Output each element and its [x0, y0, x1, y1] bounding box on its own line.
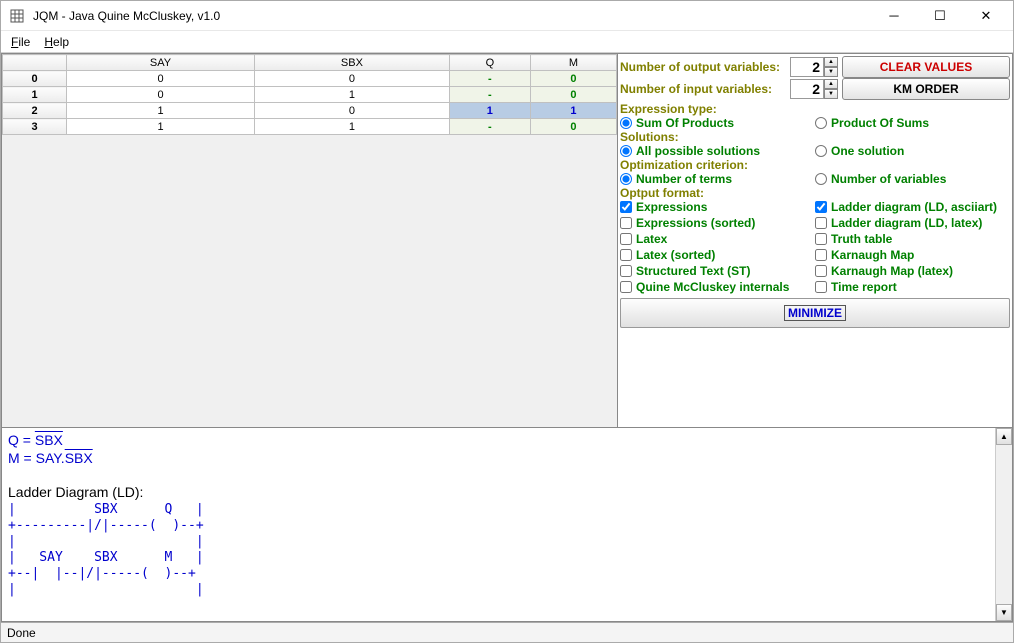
output-scrollbar[interactable]: ▲ ▼: [995, 428, 1012, 621]
table-row: 3 1 1 - 0: [3, 119, 617, 135]
titlebar: JQM - Java Quine McCluskey, v1.0 ─ ☐ ✕: [1, 1, 1013, 31]
output-text-area[interactable]: Q = SBX M = SAY.SBX Ladder Diagram (LD):…: [2, 428, 995, 621]
menubar: File Help: [1, 31, 1013, 53]
truth-table[interactable]: SAY SBX Q M 0 0 0 - 0 1 0 1 - 0: [2, 54, 617, 135]
window-title: JQM - Java Quine McCluskey, v1.0: [33, 9, 871, 23]
in-vars-spinner[interactable]: ▲▼: [790, 79, 838, 99]
menu-help[interactable]: Help: [38, 32, 75, 52]
spinner-down-icon[interactable]: ▼: [824, 67, 838, 77]
col-header-q[interactable]: Q: [449, 55, 530, 71]
spinner-up-icon[interactable]: ▲: [824, 79, 838, 89]
radio-num-vars[interactable]: Number of variables: [815, 172, 1010, 186]
chk-qm-internals[interactable]: Quine McCluskey internals: [620, 280, 815, 294]
out-vars-input[interactable]: [790, 57, 824, 77]
solutions-label: Solutions:: [620, 130, 1010, 144]
output-format-label: Optput format:: [620, 186, 1010, 200]
out-vars-label: Number of output variables:: [620, 60, 786, 74]
radio-sop[interactable]: Sum Of Products: [620, 116, 815, 130]
control-panel: Number of output variables: ▲▼ CLEAR VAL…: [617, 54, 1012, 427]
close-window-button[interactable]: ✕: [963, 2, 1009, 30]
expression-type-label: Expression type:: [620, 102, 1010, 116]
table-row: 2 1 0 1 1: [3, 103, 617, 119]
radio-pos[interactable]: Product Of Sums: [815, 116, 1010, 130]
col-header-say[interactable]: SAY: [67, 55, 255, 71]
menu-file[interactable]: File: [5, 32, 36, 52]
minimize-button[interactable]: MINIMIZE: [620, 298, 1010, 328]
chk-latex[interactable]: Latex: [620, 232, 815, 246]
chk-latex-sorted[interactable]: Latex (sorted): [620, 248, 815, 262]
truth-table-area: SAY SBX Q M 0 0 0 - 0 1 0 1 - 0: [2, 54, 617, 427]
chk-ladder-latex[interactable]: Ladder diagram (LD, latex): [815, 216, 1010, 230]
table-row: 0 0 0 - 0: [3, 71, 617, 87]
chk-time-report[interactable]: Time report: [815, 280, 1010, 294]
app-icon: [9, 8, 25, 24]
chk-truth-table[interactable]: Truth table: [815, 232, 1010, 246]
chk-ladder-ascii[interactable]: Ladder diagram (LD, asciiart): [815, 200, 1010, 214]
optimization-label: Optimization criterion:: [620, 158, 1010, 172]
out-vars-spinner[interactable]: ▲▼: [790, 57, 838, 77]
spinner-up-icon[interactable]: ▲: [824, 57, 838, 67]
in-vars-input[interactable]: [790, 79, 824, 99]
radio-one-solution[interactable]: One solution: [815, 144, 1010, 158]
spinner-down-icon[interactable]: ▼: [824, 89, 838, 99]
chk-karnaugh-map-latex[interactable]: Karnaugh Map (latex): [815, 264, 1010, 278]
radio-all-solutions[interactable]: All possible solutions: [620, 144, 815, 158]
col-header-m[interactable]: M: [530, 55, 616, 71]
col-header-sbx[interactable]: SBX: [255, 55, 450, 71]
scroll-down-icon[interactable]: ▼: [996, 604, 1012, 621]
chk-karnaugh-map[interactable]: Karnaugh Map: [815, 248, 1010, 262]
status-text: Done: [7, 626, 36, 640]
chk-expressions[interactable]: Expressions: [620, 200, 815, 214]
minimize-window-button[interactable]: ─: [871, 2, 917, 30]
clear-values-button[interactable]: CLEAR VALUES: [842, 56, 1010, 78]
chk-structured-text[interactable]: Structured Text (ST): [620, 264, 815, 278]
maximize-window-button[interactable]: ☐: [917, 2, 963, 30]
chk-expressions-sorted[interactable]: Expressions (sorted): [620, 216, 815, 230]
col-header-blank: [3, 55, 67, 71]
table-row: 1 0 1 - 0: [3, 87, 617, 103]
status-bar: Done: [1, 622, 1013, 642]
in-vars-label: Number of input variables:: [620, 82, 786, 96]
km-order-button[interactable]: KM ORDER: [842, 78, 1010, 100]
scroll-up-icon[interactable]: ▲: [996, 428, 1012, 445]
radio-num-terms[interactable]: Number of terms: [620, 172, 815, 186]
